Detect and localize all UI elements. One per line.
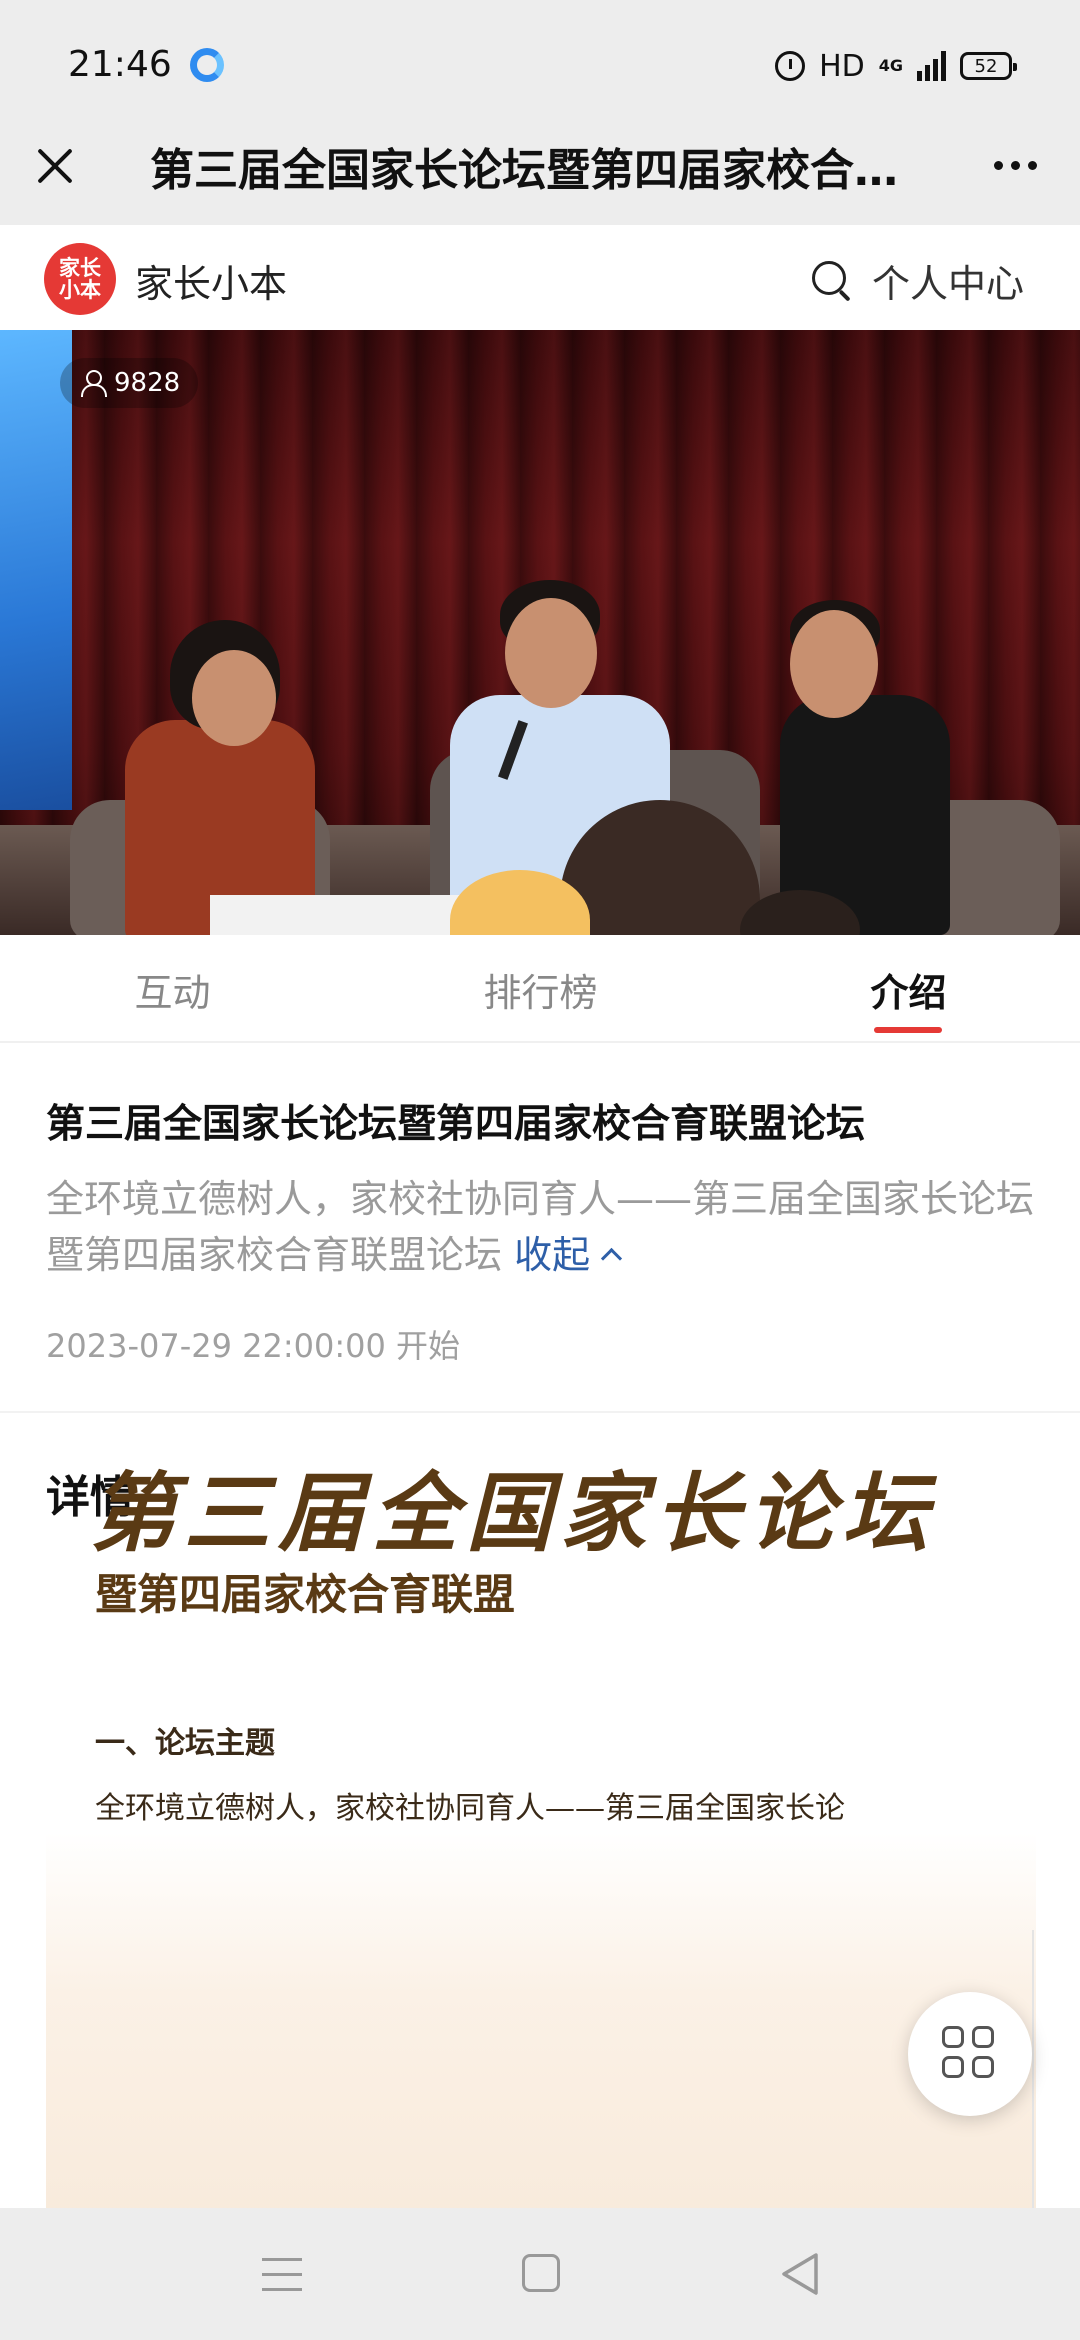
- speaker-right-head: [790, 610, 878, 718]
- stage-table: [210, 895, 490, 935]
- chevron-up-icon: [601, 1247, 623, 1270]
- event-title: 第三届全国家长论坛暨第四届家校合育联盟论坛: [46, 1102, 866, 1147]
- tab-leaderboard[interactable]: 排行榜: [428, 935, 653, 1043]
- event-description: 全环境立德树人，家校社协同育人——第三届全国家长论坛暨第四届家校合育联盟论坛 收…: [46, 1171, 1036, 1283]
- logo-text-line2: 小本: [59, 278, 101, 302]
- poster-background: [46, 1833, 1036, 2208]
- battery-icon: 52: [960, 52, 1017, 80]
- poster-subtitle: 暨第四届家校合育联盟: [95, 1570, 516, 1619]
- poster-body-text: 全环境立德树人，家校社协同育人——第三届全国家长论: [95, 1791, 845, 1826]
- more-options-button[interactable]: [980, 140, 1050, 190]
- status-indicators: HD 4G 52: [775, 44, 1017, 88]
- dot-icon: [1027, 160, 1037, 170]
- viewer-count: 9828: [114, 368, 181, 398]
- brand-name[interactable]: 家长小本: [135, 253, 287, 308]
- hd-label: HD: [819, 48, 865, 84]
- viewer-count-badge: 9828: [60, 358, 199, 408]
- dot-icon: [1010, 160, 1020, 170]
- signal-icon: [917, 51, 946, 81]
- personal-center-link[interactable]: 个人中心: [872, 253, 1024, 308]
- tab-interaction[interactable]: 互动: [60, 935, 285, 1043]
- recent-apps-icon[interactable]: [262, 2258, 302, 2292]
- page-title: 第三届全国家长论坛暨第四届家校合…: [150, 145, 898, 196]
- collapse-label: 收起: [514, 1233, 591, 1277]
- speaker-left-head: [192, 650, 276, 746]
- active-tab-indicator: [874, 1027, 942, 1033]
- grid-icon: [942, 2026, 998, 2082]
- search-icon[interactable]: [810, 259, 850, 299]
- brand-logo[interactable]: 家长 小本: [44, 243, 116, 315]
- app-notification-icon: [190, 48, 224, 82]
- tab-bar: 互动 排行榜 介绍: [0, 935, 1080, 1043]
- collapse-button[interactable]: 收起: [514, 1233, 623, 1277]
- network-label: 4G: [878, 56, 903, 75]
- screen: 21:46 HD 4G 52 第三届全国家长论坛暨第四届家校合… 家长 小本 家…: [0, 0, 1080, 2340]
- floating-menu-button[interactable]: [908, 1992, 1032, 2116]
- alarm-icon: [775, 51, 806, 81]
- intro-section: 第三届全国家长论坛暨第四届家校合育联盟论坛 全环境立德树人，家校社协同育人——第…: [0, 1043, 1080, 1413]
- status-time: 21:46: [68, 44, 172, 85]
- battery-level: 52: [974, 55, 998, 77]
- system-nav-bar: [0, 2208, 1080, 2340]
- scroll-indicator: [1032, 1930, 1034, 2208]
- user-icon: [80, 370, 107, 397]
- home-icon[interactable]: [522, 2254, 560, 2292]
- start-time: 2023-07-29 22:00:00 开始: [46, 1327, 461, 1365]
- poster-title: 第三届全国家长论坛: [90, 1463, 936, 1564]
- dot-icon: [993, 160, 1003, 170]
- speaker-center-head: [505, 598, 597, 708]
- stage-screen: [0, 330, 72, 810]
- app-header: 家长 小本 家长小本 个人中心: [0, 225, 1080, 330]
- title-bar: 第三届全国家长论坛暨第四届家校合…: [0, 110, 1080, 225]
- logo-text-line1: 家长: [59, 256, 101, 280]
- poster-section-heading: 一、论坛主题: [95, 1726, 275, 1761]
- close-icon[interactable]: [28, 138, 84, 194]
- live-video-player[interactable]: 9828: [0, 330, 1080, 935]
